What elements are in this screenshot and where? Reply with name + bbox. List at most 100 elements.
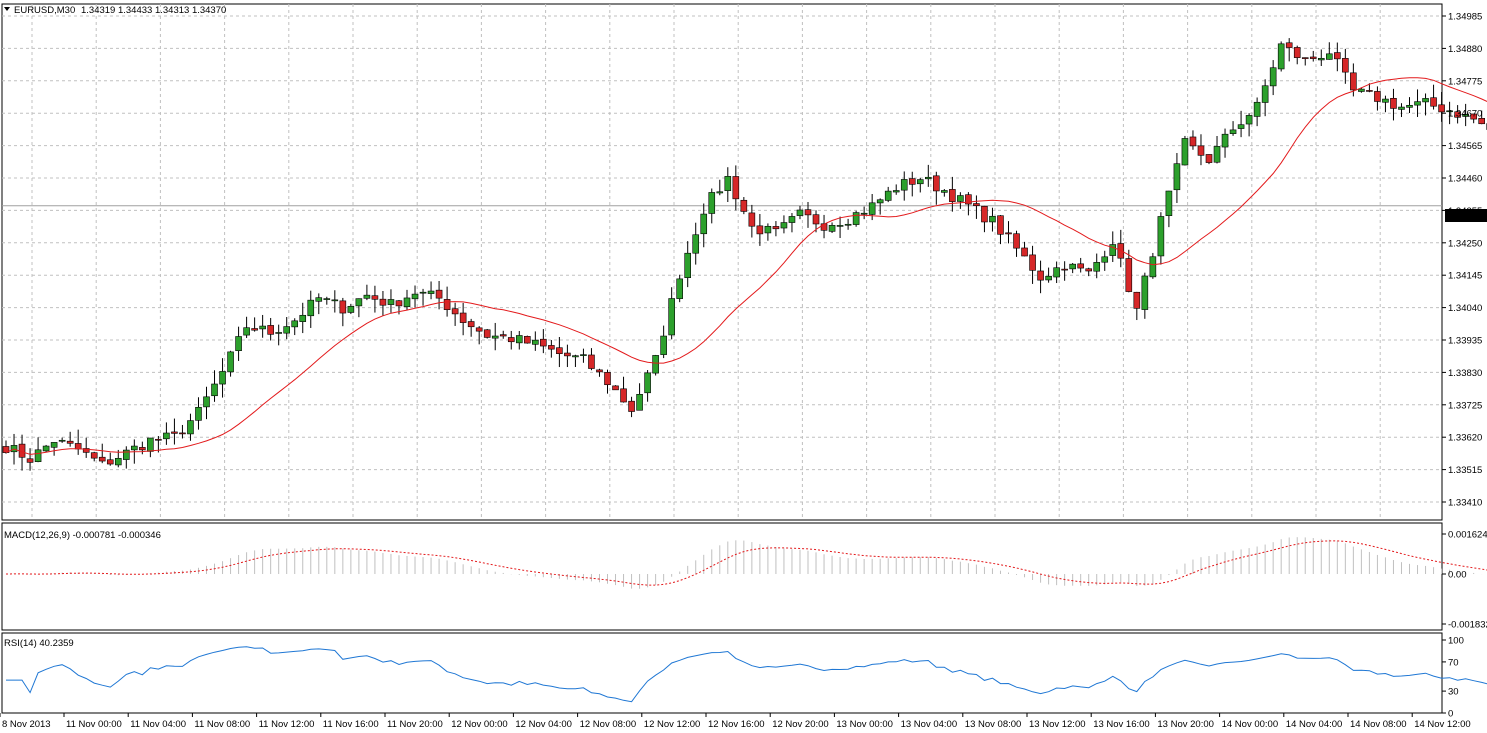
candle-body	[435, 289, 443, 299]
candle-body	[491, 335, 499, 339]
candle-body	[66, 440, 74, 444]
candle-body	[1101, 256, 1109, 263]
candle-body	[1350, 72, 1357, 91]
candle-body	[997, 215, 1004, 235]
time-tick-label: 14 Nov 12:00	[1414, 719, 1471, 730]
candle-body	[628, 400, 635, 412]
candle	[724, 167, 732, 203]
candle	[933, 171, 940, 205]
candle	[1173, 153, 1181, 203]
candle-body	[275, 332, 282, 334]
candle-body	[307, 299, 315, 317]
candle	[98, 443, 106, 464]
candle-body	[748, 212, 756, 227]
candle-body	[957, 195, 964, 202]
candle-body	[1422, 98, 1429, 103]
candle-body	[1205, 154, 1213, 163]
triangle-down-icon[interactable]	[4, 7, 10, 11]
candle	[1334, 42, 1341, 72]
candle	[515, 331, 523, 350]
candle-body	[660, 335, 667, 355]
candle-body	[540, 338, 547, 347]
candle-body	[644, 372, 651, 394]
candle-body	[395, 300, 403, 307]
candle	[1261, 79, 1269, 117]
macd-tick-label: 0.001624	[1448, 530, 1487, 541]
candle-body	[1125, 258, 1133, 292]
candle	[788, 213, 796, 233]
candle-body	[387, 299, 395, 305]
candle-body	[796, 209, 804, 216]
price-tick-label: 1.33830	[1448, 368, 1482, 379]
candle	[540, 329, 547, 354]
candle	[523, 335, 531, 344]
chart-area[interactable]: 1.34985 1.34880 1.34775 1.34670 1.34565 1.344…	[0, 0, 1487, 733]
candle-body	[26, 458, 34, 463]
candle-body	[668, 298, 675, 336]
candle-body	[692, 234, 700, 254]
candle-body	[1374, 91, 1381, 102]
candle-body	[171, 431, 178, 434]
main-panel-frame	[1, 3, 1443, 521]
candle	[876, 198, 884, 215]
candle-body	[828, 225, 836, 232]
time-tick-label: 8 Nov 2013	[2, 719, 51, 730]
candle-body	[676, 278, 683, 299]
candle	[291, 318, 299, 336]
candle	[572, 354, 579, 367]
candle-body	[924, 176, 932, 180]
candle	[957, 192, 964, 209]
candle	[371, 285, 379, 313]
candle-body	[1301, 57, 1309, 59]
candle	[195, 397, 202, 430]
candle	[379, 290, 387, 317]
candle	[363, 284, 371, 301]
candle-body	[515, 335, 523, 344]
time-tick-label: 11 Nov 00:00	[66, 719, 122, 730]
candle	[1374, 86, 1381, 111]
candle	[451, 302, 459, 326]
candle-body	[1133, 291, 1141, 309]
candle	[716, 179, 724, 196]
time-tick-label: 12 Nov 12:00	[644, 719, 701, 730]
price-tick-label: 1.34880	[1448, 44, 1482, 55]
candle	[997, 215, 1004, 245]
candle-body	[724, 176, 732, 191]
candle-body	[1213, 146, 1221, 163]
candle-body	[1197, 145, 1205, 156]
candle-body	[331, 299, 339, 302]
candle	[1382, 95, 1389, 113]
candle-body	[355, 298, 363, 307]
time-tick-label: 13 Nov 00:00	[836, 719, 893, 730]
time-tick-label: 12 Nov 16:00	[708, 719, 765, 730]
candle	[1326, 42, 1333, 60]
candles	[2, 38, 1487, 471]
candle	[1342, 48, 1349, 84]
candle	[179, 424, 186, 439]
candle-body	[1157, 216, 1165, 257]
candle	[1069, 262, 1076, 274]
candle-body	[556, 347, 563, 354]
candle	[1141, 272, 1149, 319]
candle-body	[1245, 115, 1253, 125]
grid-lines	[2, 4, 1442, 520]
time-tick-label: 13 Nov 12:00	[1029, 719, 1086, 730]
time-tick-label: 14 Nov 08:00	[1350, 719, 1407, 730]
candle	[620, 376, 627, 403]
price-axis: 1.34985 1.34880 1.34775 1.34670 1.34565 1.344…	[1442, 12, 1482, 509]
candle	[275, 324, 282, 346]
candle	[387, 289, 395, 313]
candle-body	[427, 290, 435, 294]
candle-body	[1093, 262, 1101, 272]
candle-body	[363, 294, 371, 299]
candle-body	[1430, 97, 1437, 107]
candle-body	[219, 371, 226, 385]
candle-body	[139, 447, 146, 451]
candle	[307, 290, 315, 328]
candle	[684, 241, 692, 288]
ohlc-label: 1.34319 1.34433 1.34313 1.34370	[81, 5, 226, 16]
candle-body	[732, 176, 740, 200]
candle-body	[1021, 247, 1028, 257]
candle	[267, 317, 274, 341]
candle	[564, 344, 571, 368]
